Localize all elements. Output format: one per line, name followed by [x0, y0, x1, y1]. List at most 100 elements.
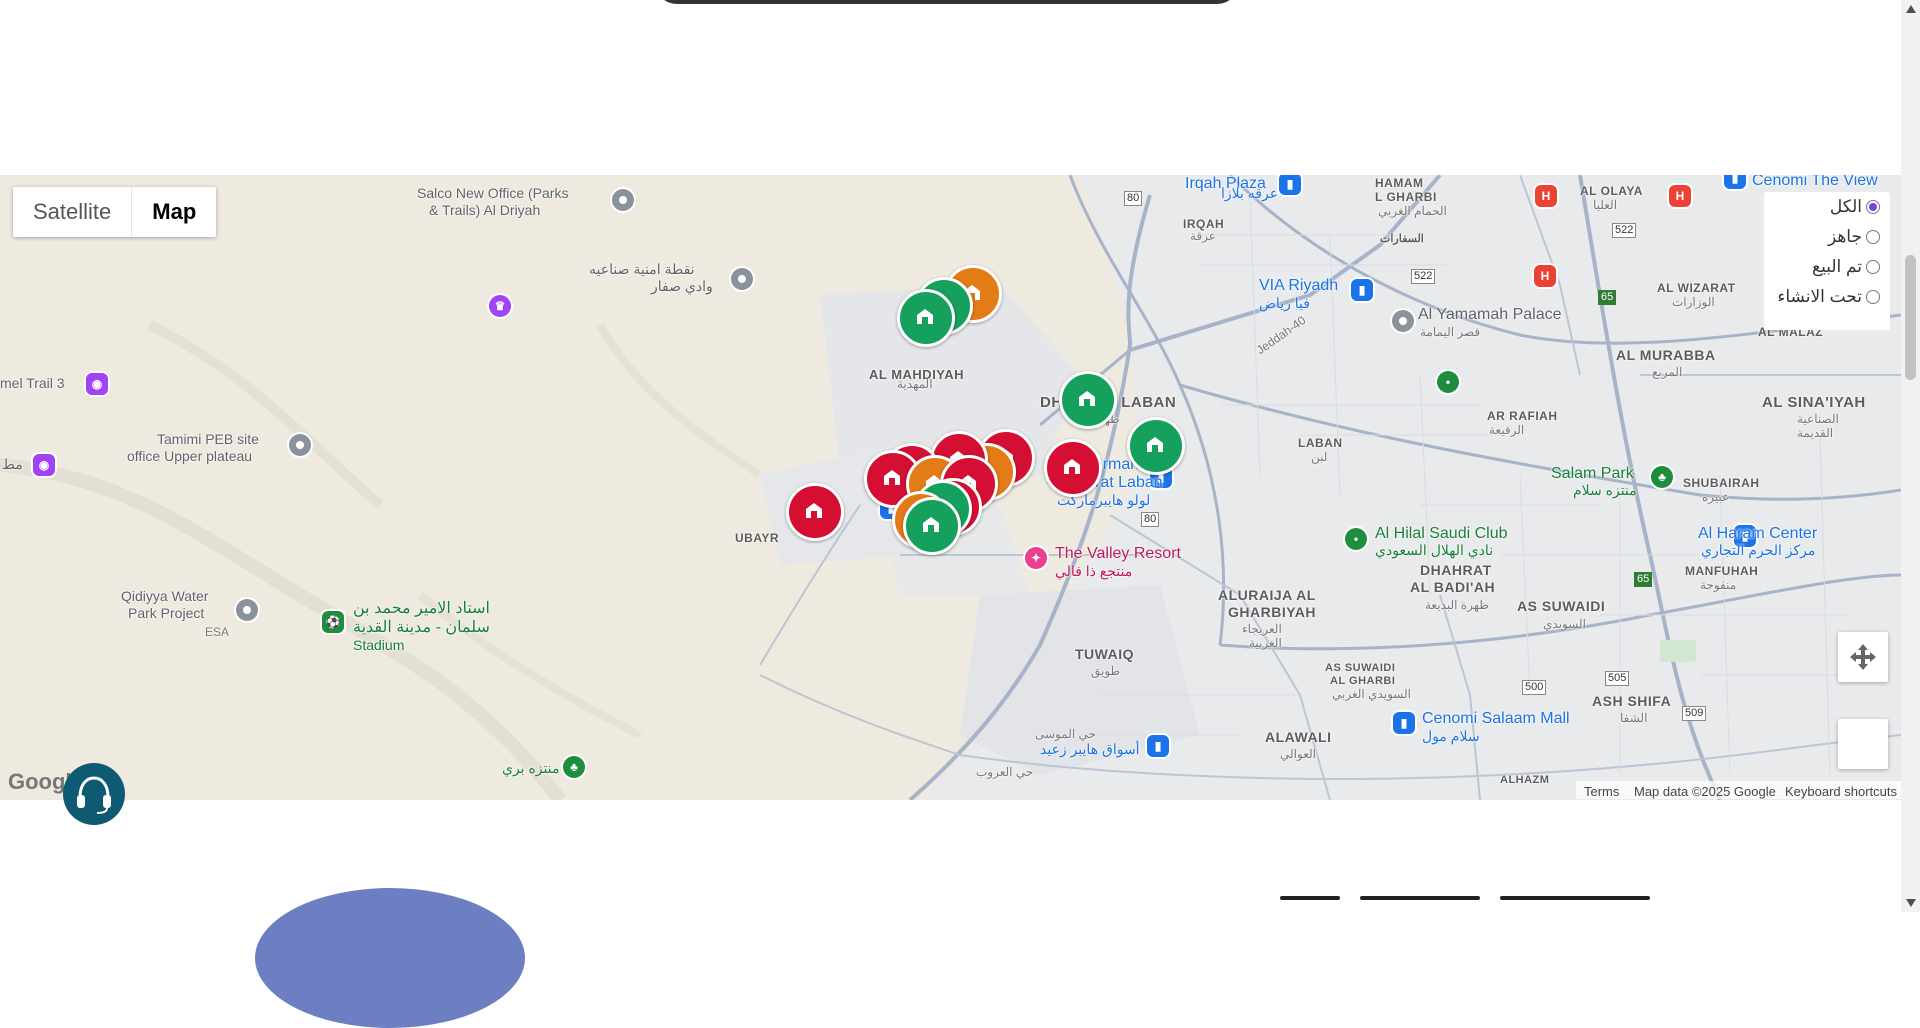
camera-icon[interactable]: ◉ [86, 373, 108, 395]
shopping-bag-icon[interactable]: ▮ [1393, 712, 1415, 734]
scroll-down-icon[interactable] [1906, 899, 1916, 907]
property-marker-sold[interactable] [786, 483, 844, 541]
poi-green-dot-icon[interactable]: • [1437, 371, 1459, 393]
shopping-bag-icon[interactable]: ▮ [1724, 175, 1746, 189]
filter-label: الكل [1829, 197, 1862, 216]
property-marker-ready[interactable] [897, 289, 955, 347]
pegman-button[interactable] [1838, 719, 1888, 769]
page-scrollbar[interactable] [1901, 0, 1920, 912]
poi-checkpoint-icon[interactable] [731, 268, 753, 290]
property-marker-ready[interactable] [1059, 371, 1117, 429]
keyboard-shortcuts-link[interactable]: Keyboard shortcuts [1785, 784, 1897, 799]
map-label: & Trails) Al Driyah [429, 202, 541, 218]
map-label: عبيرة [1702, 490, 1730, 504]
park-icon[interactable]: ♣ [563, 756, 585, 778]
cart-icon[interactable]: ▮ [1147, 735, 1169, 757]
support-chat-button[interactable] [63, 763, 125, 825]
map-label: Tamimi PEB site [157, 431, 259, 447]
map-label: حي الموسى [1035, 727, 1096, 741]
map-label: المهدية [897, 377, 933, 391]
radio-icon[interactable] [1866, 200, 1880, 214]
filter-label: تحت الانشاء [1777, 287, 1862, 306]
map-label: Salam Park [1551, 465, 1634, 482]
headset-icon [77, 776, 111, 814]
map-label: فيا رياض [1259, 295, 1310, 311]
terms-link[interactable]: Terms [1584, 784, 1619, 799]
stadium-icon[interactable]: • [1345, 528, 1367, 550]
map-label: الرفيعة [1489, 423, 1525, 437]
radio-icon[interactable] [1866, 230, 1880, 244]
top-dark-pill [655, 0, 1239, 4]
route-shield: 80 [1124, 191, 1143, 206]
property-marker-ready[interactable] [1127, 417, 1185, 475]
map-label: ALHAZM [1500, 774, 1550, 786]
map-data-text: Map data ©2025 Google [1634, 784, 1776, 799]
map-label: طويق [1091, 664, 1121, 678]
park-icon[interactable]: ♣ [1651, 466, 1673, 488]
map-label: Al Hilal Saudi Club [1375, 525, 1508, 542]
property-marker-ready[interactable] [903, 497, 961, 555]
map-label: AL MURABBA [1616, 347, 1716, 363]
map-label: Salco New Office (Parks [417, 185, 569, 201]
fullscreen-toggle-button[interactable] [1838, 632, 1888, 682]
camera-icon[interactable]: ◉ [33, 454, 55, 476]
hospital-icon-2[interactable]: H [1534, 265, 1556, 287]
scroll-thumb[interactable] [1905, 255, 1916, 380]
map-view[interactable]: ♛ ◉ ◉ ⚽ ♣ ▮ ▮ • H H H ▮ ♣ • ▮ ✦ ▮ ▮ ▮ ▮ … [0, 175, 1901, 800]
map-label: DHAHRAT [1420, 562, 1492, 578]
map-label: عرقة [1190, 229, 1216, 243]
map-label: Al Haram Center [1698, 525, 1818, 542]
filter-option-ready[interactable]: جاهز [1764, 222, 1890, 252]
map-label: VIA Riyadh [1259, 277, 1339, 294]
filter-option-under-construction[interactable]: تحت الانشاء [1764, 282, 1890, 312]
shopping-bag-icon[interactable]: ▮ [1351, 279, 1373, 301]
map-label: منتزه سلام [1573, 482, 1637, 498]
radio-icon[interactable] [1866, 260, 1880, 274]
bottom-heading-fragment [1280, 896, 1670, 912]
hospital-icon[interactable]: H [1535, 185, 1557, 207]
map-label: office Upper plateau [127, 448, 253, 464]
route-shield: 509 [1682, 706, 1707, 721]
route-shield: 80 [1141, 512, 1160, 527]
status-filter-panel: الكل جاهز تم البيع تحت الانشاء [1764, 192, 1890, 330]
hospital-icon[interactable]: H [1669, 185, 1691, 207]
satellite-button[interactable]: Satellite [13, 187, 131, 237]
route-shield: 522 [1411, 269, 1436, 284]
map-label: لبن [1311, 450, 1328, 464]
resort-icon[interactable]: ✦ [1025, 547, 1047, 569]
shopping-bag-icon[interactable]: ▮ [1279, 175, 1301, 195]
map-label: mel Trail 3 [0, 375, 65, 391]
route-shield: 505 [1605, 671, 1630, 686]
poi-qidiyya-icon[interactable] [236, 599, 258, 621]
map-label: Stadium [353, 637, 405, 653]
map-label: ALURAIJA AL [1218, 587, 1316, 603]
radio-icon[interactable] [1866, 290, 1880, 304]
map-label: العوالي [1280, 747, 1316, 761]
stadium-icon[interactable]: ⚽ [322, 611, 344, 633]
route-shield: 65 [1598, 290, 1617, 305]
poi-salco-icon[interactable] [612, 189, 634, 211]
map-label: وادي صفار [651, 278, 713, 294]
poi-purple-icon[interactable]: ♛ [489, 295, 511, 317]
property-marker-sold[interactable] [1044, 439, 1102, 497]
map-label: منتجع ذا فالي [1055, 563, 1133, 579]
filter-option-sold[interactable]: تم البيع [1764, 252, 1890, 282]
bottom-circle-image [255, 888, 525, 1028]
map-label: منفوحة [1700, 578, 1737, 592]
poi-yamamah-icon[interactable] [1392, 310, 1414, 332]
map-label: المربع [1652, 365, 1683, 379]
map-button[interactable]: Map [131, 187, 216, 237]
map-label: منتزه بري [502, 760, 560, 776]
map-label: نقطة امنية صناعيه [589, 261, 695, 277]
map-label: مركز الحرم التجاري [1701, 542, 1816, 558]
map-label: سلمان - مدينة القدية [353, 619, 490, 636]
poi-tamimi-icon[interactable] [289, 434, 311, 456]
filter-label: تم البيع [1812, 257, 1862, 276]
filter-option-all[interactable]: الكل [1764, 192, 1890, 222]
map-label: الغربية [1249, 636, 1282, 650]
route-shield: 500 [1522, 680, 1547, 695]
map-label: العليا [1593, 198, 1618, 212]
map-label: Park Project [128, 605, 205, 621]
route-shield: 522 [1612, 223, 1637, 238]
scroll-up-icon[interactable] [1906, 5, 1916, 13]
